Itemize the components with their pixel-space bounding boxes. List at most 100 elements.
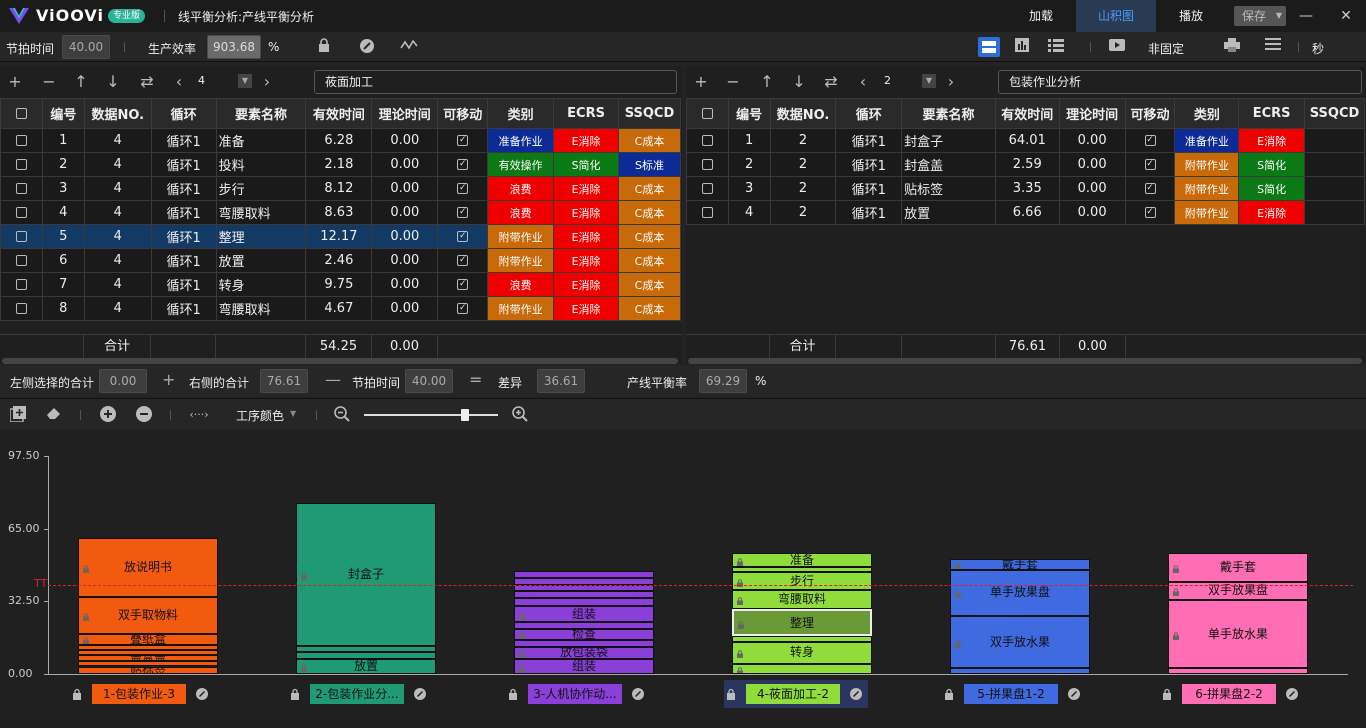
process-name-field[interactable]: 包装作业分析 bbox=[998, 70, 1362, 94]
col-header-movable[interactable]: 可移动 bbox=[437, 98, 489, 129]
col-header-loop[interactable]: 循环 bbox=[835, 98, 903, 129]
col-header-data-no[interactable]: 数据NO. bbox=[83, 98, 152, 129]
cell-element-name[interactable]: 封盒盖 bbox=[901, 152, 996, 177]
cell-movable-checkbox[interactable]: ✓ bbox=[437, 272, 489, 297]
bar-chart-icon[interactable] bbox=[1013, 38, 1031, 56]
chart-bar-segment[interactable] bbox=[514, 621, 654, 629]
cell-ssqcd[interactable] bbox=[1304, 200, 1365, 225]
chart-bar-segment[interactable] bbox=[296, 651, 436, 660]
zoom-out-icon[interactable] bbox=[333, 406, 351, 424]
cell-theo-time[interactable]: 0.00 bbox=[371, 224, 439, 249]
table-row[interactable]: 5 4 循环1 整理 12.17 0.00 ✓ 附带作业 E消除 C成本 bbox=[0, 224, 682, 249]
cell-theo-time[interactable]: 0.00 bbox=[371, 152, 439, 177]
chart-bar-segment[interactable] bbox=[950, 668, 1090, 674]
station-lock-icon[interactable] bbox=[1162, 688, 1172, 700]
zoom-in-icon[interactable] bbox=[511, 406, 529, 424]
add-station-icon[interactable] bbox=[9, 406, 27, 424]
cell-element-name[interactable]: 准备 bbox=[215, 128, 307, 153]
chart-bar-segment[interactable]: 戴手套 bbox=[1168, 553, 1308, 583]
table-row[interactable]: 4 2 循环1 放置 6.66 0.00 ✓ 附带作业 E消除 bbox=[686, 200, 1366, 225]
chart-bar-segment[interactable]: 单手放水果 bbox=[1168, 600, 1308, 669]
arrow-up-icon[interactable]: ↑ bbox=[758, 72, 776, 92]
chart-bar-segment[interactable]: 弯腰取料 bbox=[732, 589, 872, 610]
chart-bar-segment[interactable] bbox=[296, 645, 436, 652]
row-checkbox[interactable] bbox=[0, 272, 43, 297]
cell-element-name[interactable]: 弯腰取料 bbox=[215, 200, 307, 225]
cell-eff-time[interactable]: 2.46 bbox=[305, 248, 373, 273]
chart-bar-segment[interactable]: 放置 bbox=[296, 659, 436, 674]
edit-icon[interactable] bbox=[358, 38, 376, 56]
station-label[interactable]: 5-拼果盘1-2 bbox=[964, 684, 1058, 704]
chart-bar-segment[interactable]: 组装 bbox=[514, 658, 654, 674]
chart-bar-segment[interactable]: 组装 bbox=[514, 605, 654, 622]
arrow-up-icon[interactable]: ↑ bbox=[72, 72, 90, 92]
cell-eff-time[interactable]: 8.63 bbox=[305, 200, 373, 225]
row-checkbox[interactable] bbox=[686, 128, 729, 153]
cell-theo-time[interactable]: 0.00 bbox=[371, 176, 439, 201]
col-header-eff-time[interactable]: 有效时间 bbox=[305, 98, 373, 129]
cell-ecrs[interactable]: E消除 bbox=[553, 176, 619, 201]
cell-category[interactable]: 附带作业 bbox=[487, 248, 555, 273]
select-all-checkbox[interactable] bbox=[686, 98, 729, 129]
station-label-group[interactable]: 2-包装作业分... bbox=[288, 680, 432, 708]
close-icon[interactable]: ✕ bbox=[1336, 6, 1356, 26]
cell-movable-checkbox[interactable]: ✓ bbox=[1124, 176, 1176, 201]
station-label[interactable]: 2-包装作业分... bbox=[310, 684, 404, 704]
swap-icon[interactable]: ⇄ bbox=[822, 72, 840, 92]
cell-ssqcd[interactable]: C成本 bbox=[618, 272, 681, 297]
lock-icon[interactable] bbox=[315, 38, 333, 56]
cell-theo-time[interactable]: 0.00 bbox=[1058, 176, 1126, 201]
select-all-checkbox[interactable] bbox=[0, 98, 43, 129]
cell-element-name[interactable]: 投料 bbox=[215, 152, 307, 177]
col-header-movable[interactable]: 可移动 bbox=[1124, 98, 1176, 129]
station-edit-icon[interactable] bbox=[196, 688, 208, 700]
cell-category[interactable]: 附带作业 bbox=[487, 224, 555, 249]
zoom-out-circle-icon[interactable] bbox=[135, 406, 153, 424]
cell-category[interactable]: 附带作业 bbox=[1174, 200, 1240, 225]
remove-icon[interactable]: − bbox=[724, 72, 742, 92]
cell-movable-checkbox[interactable]: ✓ bbox=[437, 152, 489, 177]
cell-movable-checkbox[interactable]: ✓ bbox=[1124, 128, 1176, 153]
cell-element-name[interactable]: 放置 bbox=[215, 248, 307, 273]
cell-category[interactable]: 浪费 bbox=[487, 176, 555, 201]
cell-category[interactable]: 准备作业 bbox=[1174, 128, 1240, 153]
print-icon[interactable] bbox=[1223, 38, 1241, 56]
cell-eff-time[interactable]: 6.66 bbox=[994, 200, 1060, 225]
cell-eff-time[interactable]: 12.17 bbox=[305, 224, 373, 249]
next-page-icon[interactable]: › bbox=[258, 72, 276, 92]
cell-ssqcd[interactable]: C成本 bbox=[618, 296, 681, 321]
next-page-icon[interactable]: › bbox=[942, 72, 960, 92]
chart-bar-segment[interactable] bbox=[732, 566, 872, 572]
table-row[interactable]: 3 4 循环1 步行 8.12 0.00 ✓ 浪费 E消除 C成本 bbox=[0, 176, 682, 201]
cell-theo-time[interactable]: 0.00 bbox=[371, 248, 439, 273]
station-label[interactable]: 4-莜面加工-2 bbox=[746, 684, 840, 704]
station-label-group[interactable]: 4-莜面加工-2 bbox=[724, 680, 868, 708]
cell-ssqcd[interactable]: C成本 bbox=[618, 200, 681, 225]
swap-icon[interactable]: ⇄ bbox=[138, 72, 156, 92]
cell-ecrs[interactable]: E消除 bbox=[1238, 128, 1306, 153]
station-lock-icon[interactable] bbox=[72, 688, 82, 700]
station-lock-icon[interactable] bbox=[508, 688, 518, 700]
zoom-slider-track[interactable] bbox=[364, 414, 498, 416]
table-row[interactable]: 8 4 循环1 弯腰取料 4.67 0.00 ✓ 附带作业 E消除 C成本 bbox=[0, 296, 682, 321]
cell-theo-time[interactable]: 0.00 bbox=[371, 128, 439, 153]
col-header-ssqcd[interactable]: SSQCD bbox=[1304, 98, 1365, 129]
cell-theo-time[interactable]: 0.00 bbox=[1058, 152, 1126, 177]
chart-bar-segment[interactable]: 戴手套 bbox=[950, 558, 1090, 571]
row-checkbox[interactable] bbox=[0, 128, 43, 153]
col-header-loop[interactable]: 循环 bbox=[150, 98, 217, 129]
row-checkbox[interactable] bbox=[686, 176, 729, 201]
cell-category[interactable]: 有效操作 bbox=[487, 152, 555, 177]
cell-element-name[interactable]: 整理 bbox=[215, 224, 307, 249]
cell-category[interactable]: 附带作业 bbox=[487, 296, 555, 321]
station-edit-icon[interactable] bbox=[1068, 688, 1080, 700]
chart-bar-segment[interactable] bbox=[78, 660, 218, 667]
cell-theo-time[interactable]: 0.00 bbox=[1058, 200, 1126, 225]
chart-bar-segment[interactable]: 单手放果盘 bbox=[950, 570, 1090, 616]
menu-icon[interactable] bbox=[1264, 38, 1282, 56]
cell-movable-checkbox[interactable]: ✓ bbox=[437, 176, 489, 201]
table-row[interactable]: 6 4 循环1 放置 2.46 0.00 ✓ 附带作业 E消除 C成本 bbox=[0, 248, 682, 273]
chart-bar-segment[interactable] bbox=[732, 636, 872, 642]
fixed-mode-label[interactable]: 非固定 bbox=[1148, 40, 1184, 57]
layout-split-icon[interactable] bbox=[978, 37, 1000, 57]
